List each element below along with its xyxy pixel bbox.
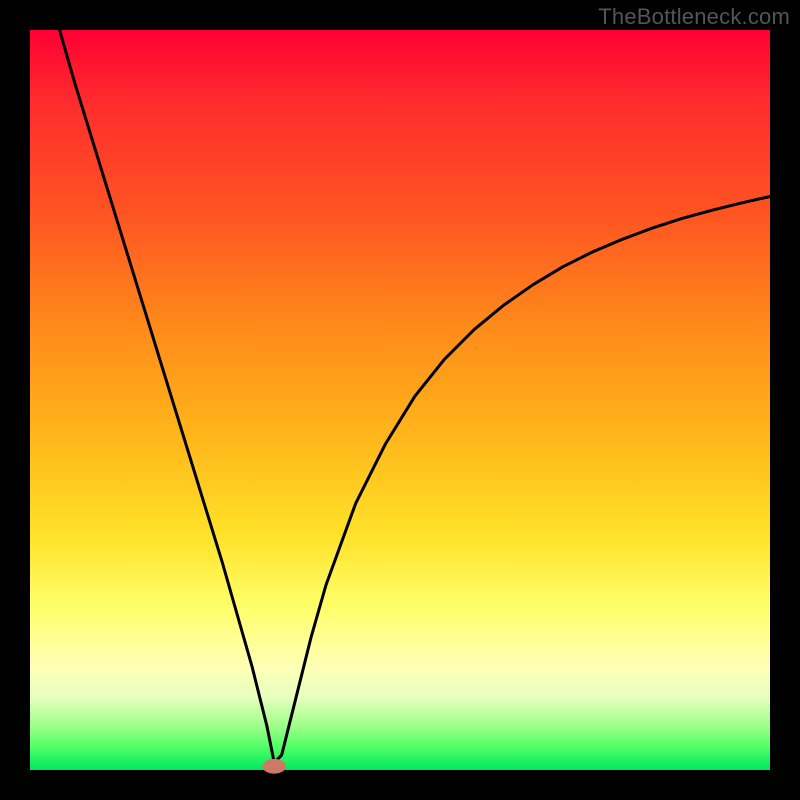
optimal-point-marker (262, 759, 286, 774)
curve-layer (30, 30, 770, 770)
watermark-text: TheBottleneck.com (598, 4, 790, 30)
bottleneck-curve (60, 30, 770, 763)
chart-frame: TheBottleneck.com (0, 0, 800, 800)
